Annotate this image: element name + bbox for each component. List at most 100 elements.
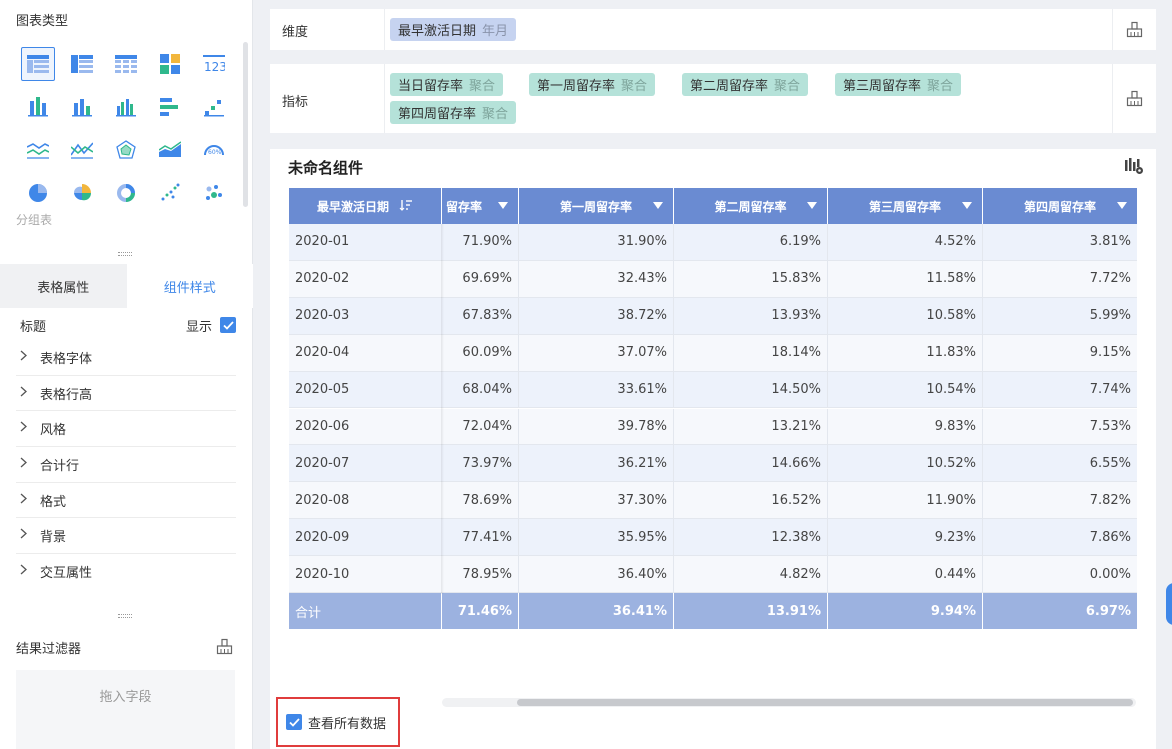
stacked-bar-icon[interactable] — [16, 85, 60, 128]
accordion-total-row[interactable]: 合计行 — [16, 447, 236, 483]
selected-chart-caption: 分组表 — [16, 213, 53, 227]
show-label: 显示 — [185, 319, 212, 335]
dropdown-caret-icon[interactable] — [962, 202, 972, 209]
accordion-table-font[interactable]: 表格字体 — [16, 340, 236, 376]
row-value-cell: 18.14% — [674, 334, 828, 371]
dropdown-caret-icon[interactable] — [498, 202, 508, 209]
scatter-chart-icon[interactable] — [148, 171, 192, 214]
measure-settings-icon[interactable] — [1126, 90, 1143, 111]
dropdown-caret-icon[interactable] — [653, 202, 663, 209]
col-header-label: 第一周留存率 — [559, 199, 632, 214]
donut-chart-icon[interactable] — [104, 171, 148, 214]
tab-component-style[interactable]: 组件样式 — [126, 264, 253, 308]
cross-table-icon[interactable] — [60, 42, 104, 85]
row-value-cell: 71.90% — [442, 224, 519, 260]
col-header-week3[interactable]: 第三周留存率 — [828, 188, 983, 224]
row-value-cell: 7.53% — [1089, 418, 1131, 434]
col-header-date[interactable]: 最早激活日期 — [289, 188, 442, 224]
dropdown-caret-icon[interactable] — [1117, 202, 1127, 209]
row-value-cell: 68.04% — [442, 371, 519, 408]
component-settings-icon[interactable] — [1124, 157, 1144, 179]
accordion-background[interactable]: 背景 — [16, 518, 236, 555]
multi-column-icon[interactable] — [104, 85, 148, 128]
table-row: 2020-01 71.90% 31.90% 6.19% 4.52% 3.81% — [289, 224, 1137, 261]
measure-pill-name: 第二周留存率 — [690, 79, 769, 94]
accordion-style[interactable]: 风格 — [16, 411, 236, 448]
chart-types-title: 图表类型 — [16, 14, 69, 29]
view-all-checkbox[interactable] — [286, 714, 302, 730]
row-value-cell: 0.44% — [828, 556, 983, 592]
chevron-right-icon — [20, 386, 34, 401]
measure-pill-week2[interactable]: 第二周留存率 聚合 — [682, 73, 809, 96]
col-header-week2[interactable]: 第二周留存率 — [674, 188, 828, 224]
accordion-interaction[interactable]: 交互属性 — [16, 554, 236, 590]
column-chart-icon[interactable] — [60, 85, 104, 128]
resize-grip[interactable] — [118, 252, 132, 256]
dimension-settings-icon[interactable] — [1126, 21, 1143, 42]
row-value-cell: 36.40% — [519, 556, 674, 592]
show-title-checkbox[interactable] — [220, 317, 236, 333]
divider — [384, 9, 385, 50]
pie-chart-icon[interactable] — [16, 171, 60, 214]
resize-grip[interactable] — [118, 614, 132, 618]
row-date-cell: 2020-09 — [295, 529, 350, 545]
svg-text:123: 123 — [204, 60, 225, 73]
accordion-row-height[interactable]: 表格行高 — [16, 376, 236, 412]
sort-icon[interactable] — [399, 199, 413, 214]
scatter-bar-icon[interactable] — [192, 85, 236, 128]
filter-drop-zone[interactable]: 拖入字段 — [16, 670, 235, 749]
color-table-icon[interactable] — [148, 42, 192, 85]
accordion-label: 表格字体 — [40, 351, 93, 367]
measure-pill-week3[interactable]: 第三周留存率 聚合 — [835, 73, 962, 96]
check-icon — [222, 320, 234, 330]
kpi-number-icon[interactable]: 123 — [192, 42, 236, 85]
floating-assistant-button[interactable] — [1166, 583, 1172, 625]
rose-chart-icon[interactable] — [60, 171, 104, 214]
accordion-format[interactable]: 格式 — [16, 483, 236, 519]
horizontal-bar-icon[interactable] — [148, 85, 192, 128]
col-header-week4[interactable]: 第四周留存率 — [983, 188, 1137, 224]
row-value-cell: 9.15% — [1089, 345, 1131, 361]
accordion-label: 合计行 — [40, 458, 80, 474]
row-value-cell: 36.21% — [519, 445, 674, 482]
area-chart-icon[interactable] — [148, 128, 192, 171]
view-all-data-toggle[interactable]: 查看所有数据 — [276, 697, 400, 747]
col-header-label: 第三周留存率 — [868, 199, 941, 214]
polyline-chart-icon[interactable] — [60, 128, 104, 171]
row-value-cell: 4.82% — [674, 556, 828, 592]
svg-text:60%: 60% — [208, 149, 222, 156]
measure-pill-sub: 聚合 — [469, 79, 496, 94]
group-table-icon[interactable] — [16, 42, 60, 85]
measure-pill-week4[interactable]: 第四周留存率 聚合 — [390, 101, 517, 124]
chart-type-grid: 123 60% — [16, 42, 238, 214]
table-horizontal-scrollbar[interactable] — [442, 698, 1136, 707]
total-cell: 71.46% — [442, 593, 519, 629]
dimension-pill[interactable]: 最早激活日期 年月 — [390, 18, 517, 41]
row-value-cell: 7.72% — [1089, 271, 1131, 287]
accordion-label: 格式 — [40, 494, 67, 510]
tab-table-properties[interactable]: 表格属性 — [0, 264, 127, 308]
chart-grid-scrollbar[interactable] — [243, 42, 248, 207]
measure-config-row: 指标 当日留存率 聚合 第一周留存率 聚合 第二周留存率 聚合 第三周留存率 聚… — [270, 64, 1156, 133]
data-table: 最早激活日期 留存率 第一周留存率 第二周留存率 第三周留存率 第四周留存率 2… — [289, 188, 1137, 630]
dropdown-caret-icon[interactable] — [807, 202, 817, 209]
line-chart-icon[interactable] — [16, 128, 60, 171]
gauge-chart-icon[interactable]: 60% — [192, 128, 236, 171]
scrollbar-thumb[interactable] — [517, 699, 1133, 706]
col-header-week1[interactable]: 第一周留存率 — [519, 188, 674, 224]
row-date-cell: 2020-10 — [295, 566, 350, 582]
col-header-day0[interactable]: 留存率 — [442, 188, 519, 224]
detail-table-icon[interactable] — [104, 42, 148, 85]
measure-pill-sub: 聚合 — [774, 79, 801, 94]
style-accordion: 表格字体 表格行高 风格 合计行 格式 背景 交互属性 — [16, 340, 236, 590]
row-value-cell: 6.55% — [1089, 455, 1131, 471]
row-value-cell: 4.52% — [828, 224, 983, 260]
bubble-chart-icon[interactable] — [192, 171, 236, 214]
col-header-label: 最早激活日期 — [316, 199, 389, 214]
radar-chart-icon[interactable] — [104, 128, 148, 171]
measure-pill-week1[interactable]: 第一周留存率 聚合 — [529, 73, 656, 96]
dimension-config-row: 维度 最早激活日期 年月 — [270, 9, 1156, 50]
measure-pill-day0[interactable]: 当日留存率 聚合 — [390, 73, 504, 96]
measure-label: 指标 — [282, 95, 309, 110]
filter-settings-icon[interactable] — [216, 638, 233, 659]
